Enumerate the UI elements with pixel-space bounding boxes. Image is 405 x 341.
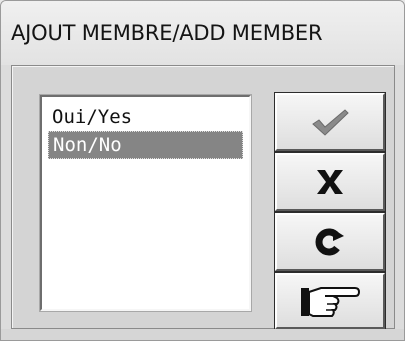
choice-listbox[interactable]: Oui/Yes Non/No	[39, 94, 252, 312]
dialog-title: AJOUT MEMBRE/ADD MEMBER	[11, 21, 323, 45]
refresh-button[interactable]	[274, 212, 386, 272]
cancel-button[interactable]	[274, 152, 386, 212]
add-member-dialog: AJOUT MEMBRE/ADD MEMBER Oui/Yes Non/No	[0, 0, 405, 341]
pointing-hand-icon	[299, 282, 361, 320]
checkmark-icon	[309, 107, 351, 137]
confirm-button[interactable]	[274, 92, 386, 152]
list-item-yes[interactable]: Oui/Yes	[48, 103, 243, 131]
title-bar[interactable]: AJOUT MEMBRE/ADD MEMBER	[1, 1, 404, 65]
cancel-x-icon	[314, 167, 346, 197]
window-bottom-edge	[1, 329, 404, 340]
list-item-no[interactable]: Non/No	[48, 131, 243, 159]
refresh-icon	[313, 227, 347, 257]
next-button[interactable]	[274, 272, 386, 330]
